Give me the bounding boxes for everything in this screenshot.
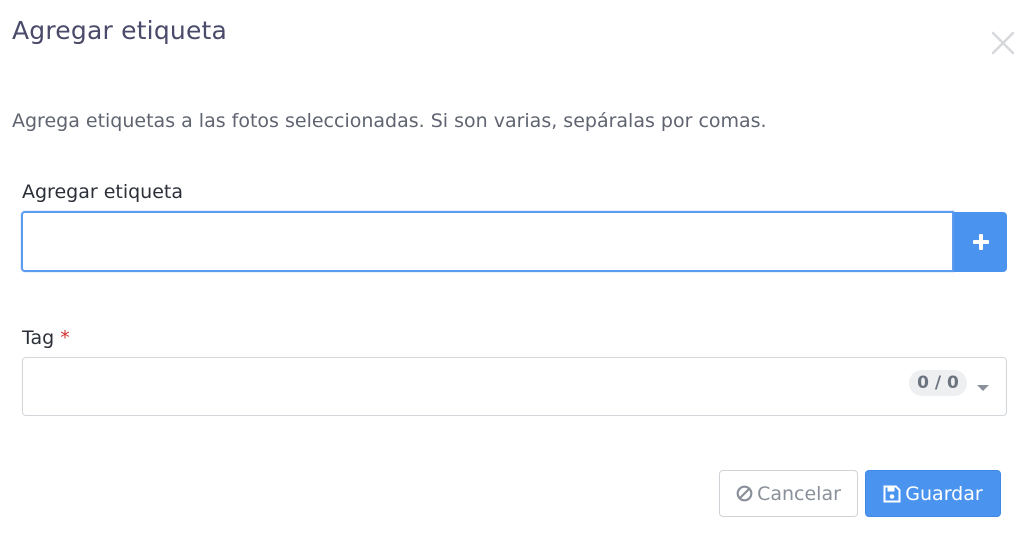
ban-icon <box>736 485 753 502</box>
tag-label-text: Tag <box>22 327 55 349</box>
close-icon <box>988 28 1018 58</box>
caret-down-icon <box>976 378 990 397</box>
required-marker: * <box>60 327 70 349</box>
selection-counter-badge: 0 / 0 <box>909 370 967 396</box>
add-tag-label: Agregar etiqueta <box>22 181 183 203</box>
floppy-disk-icon <box>883 485 901 503</box>
add-tag-dialog: Agregar etiqueta Agrega etiquetas a las … <box>0 0 1035 544</box>
cancel-label: Cancelar <box>757 482 841 505</box>
tag-select[interactable]: 0 / 0 <box>22 357 1007 416</box>
add-tag-input[interactable] <box>21 211 954 272</box>
add-tag-button[interactable] <box>954 212 1007 272</box>
dialog-title: Agregar etiqueta <box>12 16 228 45</box>
save-button[interactable]: Guardar <box>865 470 1001 517</box>
dialog-description: Agrega etiquetas a las fotos seleccionad… <box>12 110 767 132</box>
plus-icon <box>954 233 1007 251</box>
save-label: Guardar <box>905 482 983 505</box>
tag-label: Tag * <box>22 327 70 349</box>
close-button[interactable] <box>988 28 1018 58</box>
cancel-button[interactable]: Cancelar <box>719 470 858 517</box>
